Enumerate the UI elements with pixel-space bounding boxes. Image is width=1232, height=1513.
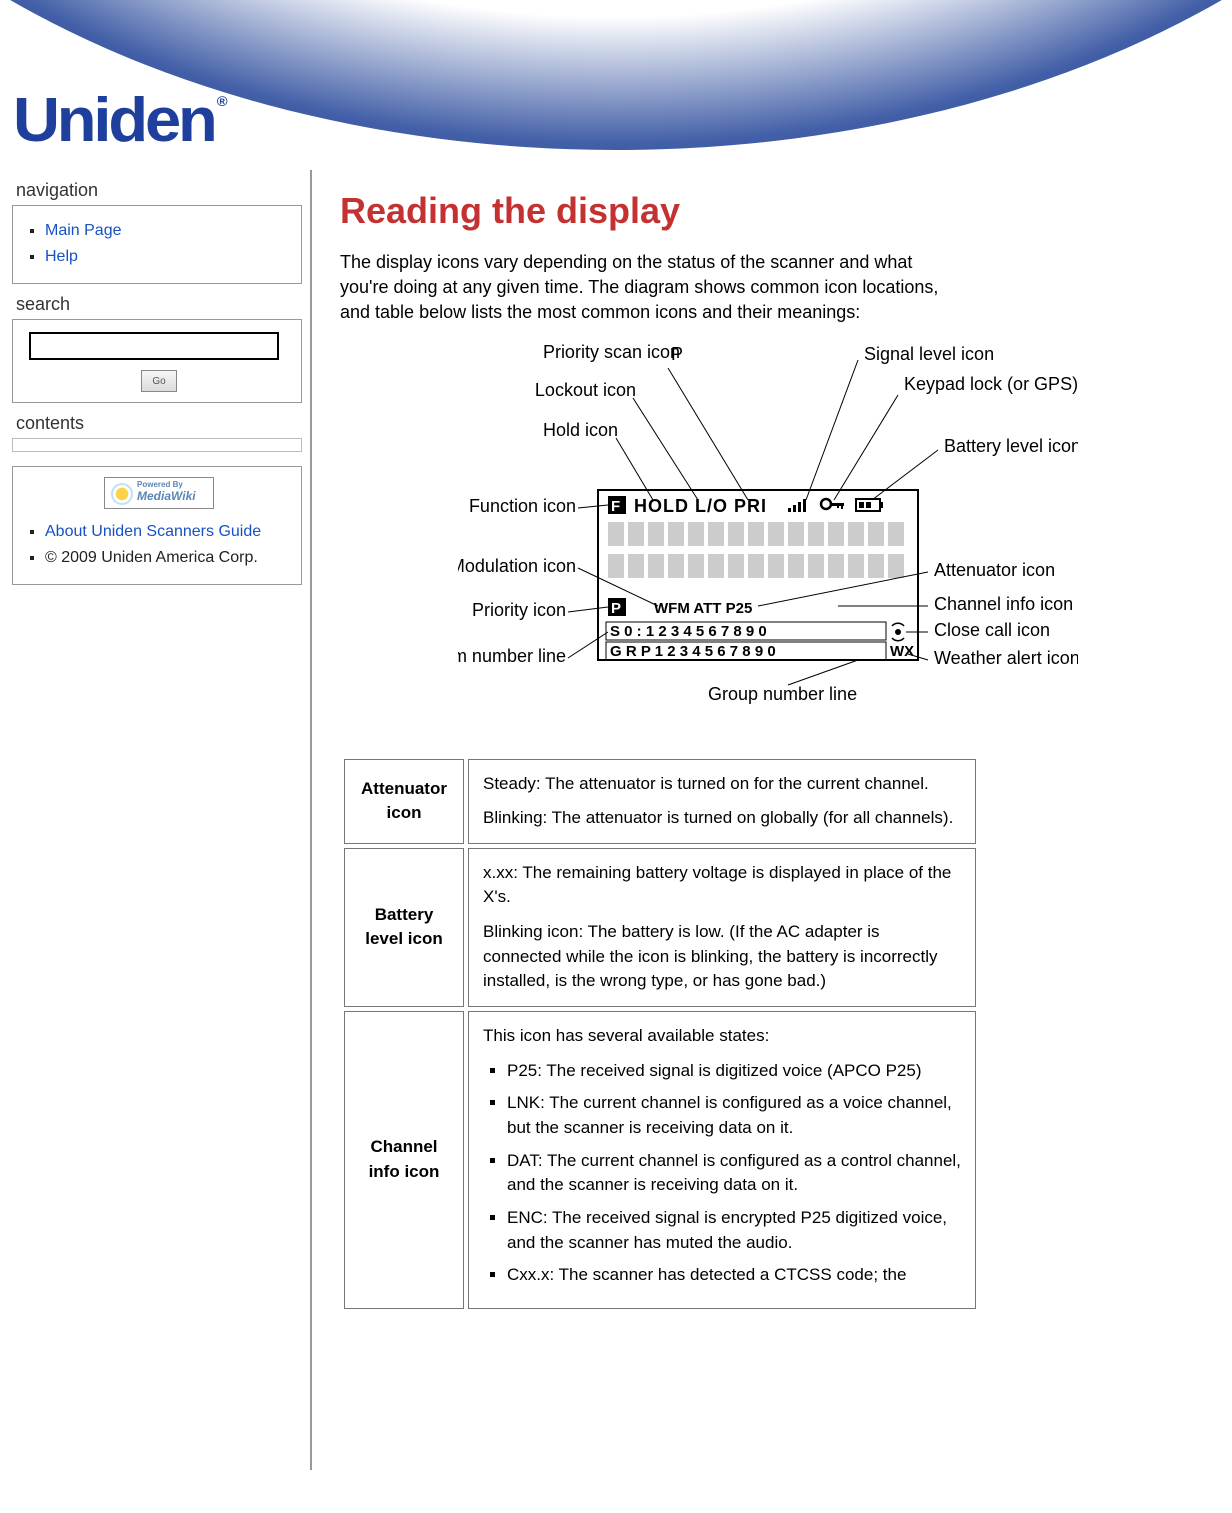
- nav-box: Main Page Help: [12, 205, 302, 284]
- svg-text:Lockout icon: Lockout icon: [535, 380, 636, 400]
- svg-text:Signal level icon: Signal level icon: [864, 344, 994, 364]
- svg-text:Attenuator icon: Attenuator icon: [934, 560, 1055, 580]
- svg-text:Keypad lock (or GPS) icon: Keypad lock (or GPS) icon: [904, 374, 1078, 394]
- svg-text:Priority scan icon: Priority scan icon: [543, 342, 680, 362]
- row-desc-channel-info: This icon has several available states: …: [468, 1011, 976, 1309]
- svg-text:Hold icon: Hold icon: [543, 420, 618, 440]
- svg-text:Group number line: Group number line: [708, 684, 857, 704]
- nav-heading: navigation: [16, 180, 302, 201]
- row-label-attenuator: Attenuator icon: [344, 759, 464, 844]
- row-desc-battery: x.xx: The remaining battery voltage is d…: [468, 848, 976, 1007]
- svg-text:S 0 : 1 2 3 4 5 6 7 8 9 0: S 0 : 1 2 3 4 5 6 7 8 9 0: [610, 623, 767, 640]
- svg-text:G R P 1 2 3 4 5 6 7 8 9 0: G R P 1 2 3 4 5 6 7 8 9 0: [610, 643, 776, 660]
- uniden-logo: Uniden®: [13, 85, 226, 156]
- nav-item-help[interactable]: Help: [45, 244, 291, 270]
- footer-text-copyright: © 2009 Uniden America Corp.: [45, 549, 258, 566]
- row-desc-attenuator: Steady: The attenuator is turned on for …: [468, 759, 976, 844]
- svg-text:Function icon: Function icon: [469, 496, 576, 516]
- footer-link-about[interactable]: About Uniden Scanners Guide: [45, 523, 261, 540]
- table-row: Channel info icon This icon has several …: [344, 1011, 976, 1309]
- display-diagram: F HOLD L/O PRI: [458, 340, 1078, 725]
- svg-text:Battery level icon: Battery level icon: [944, 436, 1078, 456]
- svg-text:Priority icon: Priority icon: [472, 600, 566, 620]
- page-title: Reading the display: [340, 190, 1196, 232]
- intro-paragraph: The display icons vary depending on the …: [340, 250, 960, 326]
- icon-meaning-table: Attenuator icon Steady: The attenuator i…: [340, 755, 980, 1313]
- logo-registered: ®: [217, 93, 228, 109]
- svg-text:WFM ATT P25: WFM ATT P25: [654, 600, 752, 617]
- contents-heading: contents: [16, 413, 302, 434]
- powered-by-text: Powered By MediaWiki: [137, 481, 196, 503]
- svg-text:F: F: [611, 498, 620, 515]
- mediawiki-flower-icon: [111, 483, 133, 505]
- nav-item-main-page[interactable]: Main Page: [45, 218, 291, 244]
- contents-bar: [12, 438, 302, 452]
- footer-item-about[interactable]: About Uniden Scanners Guide: [45, 519, 291, 545]
- footer-item-copyright: © 2009 Uniden America Corp.: [45, 545, 291, 571]
- logo-text: Uniden: [13, 86, 215, 155]
- search-heading: search: [16, 294, 302, 315]
- nav-link-main-page[interactable]: Main Page: [45, 222, 122, 239]
- powered-by-mediawiki-badge[interactable]: Powered By MediaWiki: [104, 477, 214, 509]
- row-label-channel-info: Channel info icon: [344, 1011, 464, 1309]
- header-banner: Uniden®: [0, 0, 1232, 170]
- table-row: Battery level icon x.xx: The remaining b…: [344, 848, 976, 1007]
- svg-text:Close call icon: Close call icon: [934, 620, 1050, 640]
- table-row: Attenuator icon Steady: The attenuator i…: [344, 759, 976, 844]
- sidebar: navigation Main Page Help search Go cont…: [0, 170, 310, 615]
- main-content: Reading the display The display icons va…: [310, 170, 1232, 1470]
- row-label-battery: Battery level icon: [344, 848, 464, 1007]
- svg-text:System number line: System number line: [458, 646, 566, 666]
- svg-text:WX: WX: [890, 643, 914, 660]
- svg-text:Channel info icon: Channel info icon: [934, 594, 1073, 614]
- footer-box: Powered By MediaWiki About Uniden Scanne…: [12, 466, 302, 585]
- svg-text:Modulation icon: Modulation icon: [458, 556, 576, 576]
- search-go-button[interactable]: Go: [141, 370, 177, 392]
- svg-text:P: P: [611, 600, 621, 617]
- search-input[interactable]: [29, 332, 279, 360]
- svg-text:Weather alert icon: Weather alert icon: [934, 648, 1078, 668]
- search-box: Go: [12, 319, 302, 403]
- nav-link-help[interactable]: Help: [45, 248, 78, 265]
